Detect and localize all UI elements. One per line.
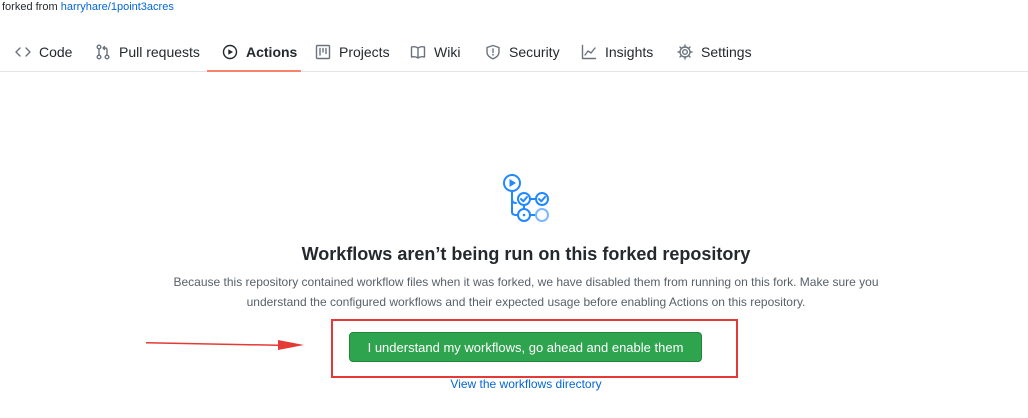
fork-source-link[interactable]: harryhare/1point3acres	[61, 1, 174, 13]
tab-security[interactable]: Security	[485, 32, 560, 72]
tab-projects[interactable]: Projects	[315, 32, 390, 72]
play-icon	[222, 44, 238, 60]
pull-request-icon	[96, 44, 110, 60]
tab-wiki[interactable]: Wiki	[410, 32, 460, 72]
tab-code[interactable]: Code	[15, 32, 72, 72]
enable-workflows-button[interactable]: I understand my workflows, go ahead and …	[349, 332, 702, 362]
tab-code-label: Code	[39, 44, 73, 60]
fork-prefix: forked from	[2, 1, 58, 13]
tab-insights-label: Insights	[605, 44, 654, 60]
shield-icon	[486, 44, 500, 60]
tab-security-label: Security	[509, 44, 560, 60]
page-title: Workflows aren’t being run on this forke…	[301, 244, 751, 264]
tab-actions-label: Actions	[246, 44, 298, 60]
tab-settings[interactable]: Settings	[677, 32, 752, 72]
tab-insights[interactable]: Insights	[581, 32, 653, 72]
gear-icon	[677, 44, 693, 60]
tab-actions[interactable]: Actions	[222, 32, 297, 72]
page-description: Because this repository contained workfl…	[173, 275, 879, 309]
tab-pull-requests-label: Pull requests	[119, 44, 200, 60]
code-icon	[15, 47, 31, 57]
book-icon	[410, 45, 426, 59]
active-tab-underline	[207, 70, 301, 72]
workflow-icon	[503, 174, 549, 222]
tab-settings-label: Settings	[701, 44, 752, 60]
fork-notice: forked from harryhare/1point3acres	[2, 1, 174, 13]
tab-wiki-label: Wiki	[434, 44, 461, 60]
tab-pull-requests[interactable]: Pull requests	[95, 32, 200, 72]
repo-nav-tabs: Code Pull requests Actions Projects Wiki…	[0, 32, 1028, 72]
annotation-arrow	[146, 340, 304, 350]
tab-projects-label: Projects	[339, 44, 390, 60]
project-icon	[315, 44, 331, 60]
graph-icon	[581, 44, 597, 60]
view-workflows-link[interactable]: View the workflows directory	[0, 377, 1028, 391]
